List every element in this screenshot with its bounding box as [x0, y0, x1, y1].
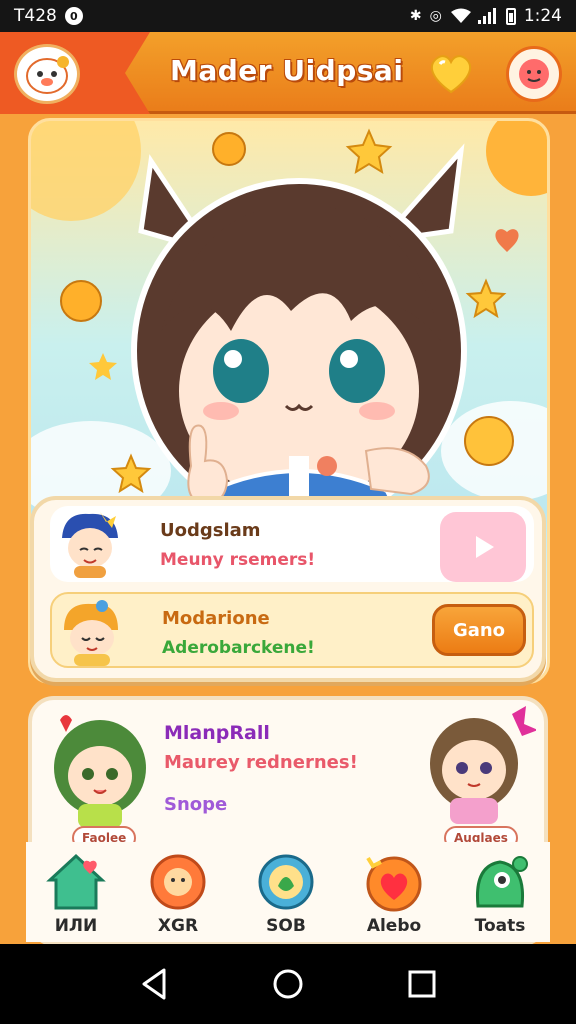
- bottom-nav: ИЛИ XGR SOB Alebo Toats: [26, 842, 550, 942]
- activity-list-card: Uodgslam Meuny rsemers! Modarione Aderob…: [30, 496, 546, 682]
- list-item-subtitle: Aderobarckene!: [162, 638, 315, 658]
- feature-subtitle: Maurey rednernes!: [164, 752, 358, 773]
- play-icon: [476, 536, 494, 558]
- nav-label: SOB: [266, 916, 306, 936]
- list-item-name: Uodgslam: [160, 520, 261, 541]
- nav-item-pets[interactable]: Toats: [450, 842, 550, 942]
- list-item[interactable]: Uodgslam Meuny rsemers!: [50, 506, 534, 582]
- app-header: Mader Uidpsai: [0, 32, 576, 114]
- alarm-icon: ◎: [429, 8, 442, 24]
- creature-icon: [475, 856, 528, 908]
- page-title: Mader Uidpsai: [170, 54, 404, 87]
- signal-icon: [477, 8, 498, 24]
- play-button[interactable]: [440, 512, 526, 582]
- home-icon: [46, 853, 106, 910]
- pink-bow-character-icon: [430, 706, 536, 824]
- recents-icon[interactable]: [404, 966, 440, 1002]
- nav-item-shop[interactable]: SOB: [236, 842, 336, 942]
- profile-avatar[interactable]: [506, 46, 562, 102]
- list-item-subtitle: Meuny rsemers!: [160, 550, 316, 570]
- battery-icon: [505, 7, 516, 25]
- character-avatar-icon: [64, 600, 118, 666]
- nav-label: ИЛИ: [54, 916, 98, 936]
- green-hair-character-icon: [54, 715, 146, 828]
- shop-icon: [258, 854, 314, 910]
- bluetooth-icon: ✱: [409, 8, 422, 24]
- nav-item-home[interactable]: ИЛИ: [26, 842, 126, 942]
- game-button[interactable]: Gano: [432, 604, 526, 656]
- nav-item-favorites[interactable]: Alebo: [344, 842, 444, 942]
- back-icon[interactable]: [136, 966, 172, 1002]
- heart-icon: [366, 856, 422, 912]
- character-avatar-icon: [62, 512, 118, 578]
- home-button-icon[interactable]: [270, 966, 306, 1002]
- feature-title: MlanpRall: [164, 722, 270, 744]
- status-time: 1:24: [523, 6, 562, 26]
- favorites-heart-icon[interactable]: [428, 52, 474, 94]
- status-bar: T428 0 ✱ ◎ 1:24: [0, 0, 576, 32]
- notification-badge: 0: [64, 7, 83, 25]
- nav-label: Toats: [474, 916, 526, 936]
- system-nav-bar: [0, 944, 576, 1024]
- nav-label: XGR: [157, 916, 199, 936]
- wifi-icon: [450, 8, 471, 24]
- feature-tag: Snope: [164, 794, 228, 815]
- friends-icon: [150, 854, 206, 910]
- list-item[interactable]: Modarione Aderobarckene! Gano: [50, 592, 534, 668]
- list-item-name: Modarione: [162, 608, 270, 629]
- nav-label: Alebo: [366, 916, 422, 936]
- app-logo-icon[interactable]: [14, 44, 80, 104]
- status-carrier-text: T428: [14, 6, 57, 26]
- nav-item-friends[interactable]: XGR: [128, 842, 228, 942]
